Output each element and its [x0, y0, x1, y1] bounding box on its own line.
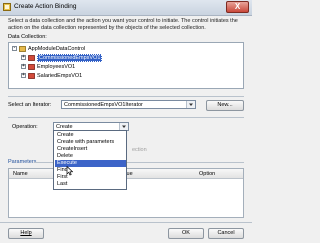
help-label: Help: [20, 230, 32, 236]
tree-node-label: AppModuleDataControl: [28, 46, 86, 52]
collection-icon: [28, 54, 35, 61]
tree-node-employees[interactable]: + EmployeesVO1: [21, 63, 75, 71]
divider: [8, 117, 244, 118]
option-createinsert[interactable]: CreateInsert: [55, 146, 126, 153]
operation-dropdown-list[interactable]: Create Create with parameters CreateInse…: [53, 130, 127, 190]
iterator-value: CommissionedEmpsVO1Iterator: [64, 102, 143, 108]
tree-node-label: CommissionedEmpsVO1: [37, 54, 103, 62]
operation-label: Operation:: [12, 124, 38, 130]
tree-node-commissioned[interactable]: + CommissionedEmpsVO1: [21, 54, 103, 62]
collection-icon: [28, 63, 35, 70]
option-create[interactable]: Create: [55, 132, 126, 139]
data-control-icon: [19, 45, 26, 52]
new-iterator-button[interactable]: New...: [206, 100, 244, 111]
app-icon: [3, 3, 11, 11]
help-button[interactable]: Help: [8, 228, 44, 239]
collapse-icon[interactable]: -: [12, 46, 17, 52]
data-collection-tree[interactable]: - AppModuleDataControl + CommissionedEmpsV…: [8, 42, 244, 89]
expand-icon[interactable]: +: [21, 73, 26, 79]
window-title: Create Action Binding: [14, 3, 77, 10]
tree-node-label: SalariedEmpsVO1: [37, 73, 83, 79]
pointer-cursor-icon: [66, 166, 73, 176]
expand-icon[interactable]: +: [21, 55, 26, 61]
expand-icon[interactable]: +: [21, 64, 26, 70]
column-header-option: Option: [199, 171, 216, 177]
option-delete[interactable]: Delete: [55, 153, 126, 160]
cancel-button[interactable]: Cancel: [208, 228, 244, 239]
option-create-with-parameters[interactable]: Create with parameters: [55, 139, 126, 146]
dropdown-button[interactable]: [186, 101, 195, 108]
parameters-label: Parameters: [8, 159, 37, 165]
chevron-down-icon: [189, 103, 193, 106]
data-collection-label: Data Collection:: [8, 34, 47, 40]
divider: [8, 96, 244, 97]
tree-node-salaried[interactable]: + SalariedEmpsVO1: [21, 72, 82, 80]
background-text: ection: [132, 147, 147, 153]
description-text: Select a data collection and the action …: [8, 18, 238, 31]
tree-node-appmodule[interactable]: - AppModuleDataControl: [12, 45, 85, 53]
iterator-label: Select an Iterator:: [8, 102, 52, 108]
iterator-select[interactable]: CommissionedEmpsVO1Iterator: [61, 100, 196, 109]
dropdown-button[interactable]: [119, 123, 128, 130]
tree-node-label: EmployeesVO1: [37, 64, 76, 70]
chevron-down-icon: [122, 125, 126, 128]
collection-icon: [28, 72, 35, 79]
close-button[interactable]: X: [226, 1, 249, 13]
divider: [0, 222, 252, 223]
column-header-name: Name: [13, 171, 28, 177]
ok-button[interactable]: OK: [168, 228, 204, 239]
option-last[interactable]: Last: [55, 181, 126, 188]
